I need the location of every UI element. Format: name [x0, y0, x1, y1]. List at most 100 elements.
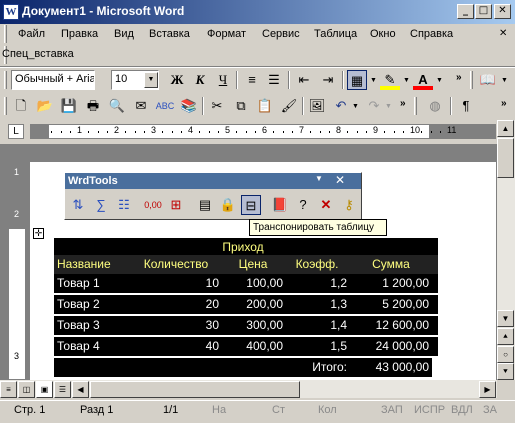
tab-selector-icon[interactable]: L — [8, 124, 24, 139]
table-move-handle-icon[interactable]: ✛ — [33, 228, 44, 239]
table-cell[interactable]: 10 — [130, 274, 222, 293]
horizontal-scrollbar[interactable]: ≡ ◫ ▣ ☰ ◀ ▶ — [0, 380, 497, 398]
lock-icon[interactable]: 🔒 — [218, 195, 238, 215]
number-format-icon[interactable]: 0,00 — [143, 195, 163, 215]
vertical-ruler[interactable]: 1 2 3 — [8, 144, 26, 380]
table-cell[interactable]: Товар 2 — [54, 295, 128, 314]
column-header-price[interactable]: Цена — [220, 255, 286, 274]
table-cell[interactable]: 5 200,00 — [350, 295, 432, 314]
align-center-icon[interactable]: ☰ — [264, 70, 284, 90]
table-cell[interactable]: 24 000,00 — [350, 337, 432, 356]
web-view-icon[interactable]: ◫ — [18, 381, 35, 398]
transpose-table-icon[interactable]: ⊟ — [241, 195, 261, 215]
spelling-icon[interactable]: ABC — [155, 96, 175, 116]
highlight-icon[interactable]: ✎ — [380, 70, 400, 90]
redo-icon[interactable]: ↷ — [364, 96, 384, 116]
table-cell[interactable]: 200,00 — [220, 295, 286, 314]
scroll-up-button[interactable]: ▲ — [497, 120, 514, 137]
browse-object-icon[interactable]: ○ — [497, 346, 514, 363]
cut-icon[interactable]: ✂ — [207, 96, 227, 116]
wrdtools-options-icon[interactable]: ▼ — [315, 174, 323, 183]
standard-bar-grip[interactable] — [4, 97, 7, 115]
font-size-dropdown[interactable]: ▼ — [144, 72, 158, 88]
extra-bar-grip[interactable] — [414, 97, 417, 115]
minimize-button[interactable]: _ — [457, 4, 474, 19]
table-cell[interactable]: 300,00 — [220, 316, 286, 335]
bold-button[interactable]: Ж — [167, 70, 187, 90]
menu-insert[interactable]: Вставка — [149, 28, 190, 40]
close-button[interactable]: ✕ — [494, 4, 511, 19]
print-icon[interactable]: 🖶 — [83, 96, 103, 116]
status-track[interactable]: ИСПР — [414, 404, 445, 416]
underline-button[interactable]: Ч — [213, 70, 233, 90]
borders-icon[interactable]: ▦ — [347, 70, 367, 90]
scroll-left-button[interactable]: ◀ — [72, 381, 89, 398]
print-preview-icon[interactable]: 🔍 — [107, 96, 127, 116]
scroll-right-button[interactable]: ▶ — [479, 381, 496, 398]
menu-paste-special[interactable]: Спец_вставка — [2, 48, 74, 60]
menu-edit[interactable]: Правка — [61, 28, 98, 40]
table-cell[interactable]: 30 — [130, 316, 222, 335]
normal-view-icon[interactable]: ≡ — [0, 381, 17, 398]
italic-button[interactable]: К — [190, 70, 210, 90]
book-icon[interactable]: 📖 — [478, 70, 498, 90]
font-color-dropdown-icon[interactable]: ▼ — [436, 77, 443, 84]
menu-table[interactable]: Таблица — [314, 28, 357, 40]
book-tool-icon[interactable]: 📕 — [270, 195, 290, 215]
next-page-icon[interactable]: ⯆ — [497, 363, 514, 380]
table-cell[interactable]: 100,00 — [220, 274, 286, 293]
total-value[interactable]: 43 000,00 — [350, 358, 432, 377]
scroll-thumb[interactable] — [497, 138, 514, 178]
table-props-icon[interactable]: ▤ — [195, 195, 215, 215]
show-formatting-icon[interactable]: ¶ — [456, 96, 476, 116]
toolbar-options-icon[interactable]: » — [456, 72, 462, 83]
total-label[interactable]: Итого: — [284, 358, 350, 377]
menu-view[interactable]: Вид — [114, 28, 134, 40]
toolbar-options-icon[interactable]: » — [501, 98, 507, 109]
menu-file[interactable]: Файл — [18, 28, 45, 40]
table-cell[interactable]: Товар 4 — [54, 337, 128, 356]
calc-icon[interactable]: ⊞ — [166, 195, 186, 215]
align-left-icon[interactable]: ≡ — [242, 70, 262, 90]
decrease-indent-icon[interactable]: ⇤ — [294, 70, 314, 90]
table-cell[interactable]: 1,5 — [284, 337, 350, 356]
column-header-sum[interactable]: Сумма — [350, 255, 432, 274]
toolbar-options-icon[interactable]: » — [400, 98, 406, 109]
sort-icon[interactable]: ⇅ — [68, 195, 88, 215]
research-icon[interactable]: 📚 — [179, 96, 199, 116]
sum-icon[interactable]: ∑ — [91, 195, 111, 215]
column-header-qty[interactable]: Количество — [130, 255, 222, 274]
table-cell[interactable]: Товар 3 — [54, 316, 128, 335]
menu-window[interactable]: Окно — [370, 28, 396, 40]
format-painter-icon[interactable]: 🖌 — [279, 96, 299, 116]
wrdtools-close-icon[interactable]: ✕ — [335, 173, 345, 187]
table-cell[interactable]: 1,3 — [284, 295, 350, 314]
table-cell[interactable]: Товар 1 — [54, 274, 128, 293]
vertical-scrollbar[interactable]: ▲ ▼ ⯅ ○ ⯆ — [497, 120, 515, 380]
doc-close-icon[interactable]: ✕ — [499, 28, 507, 39]
globe-icon[interactable]: ◍ — [425, 96, 445, 116]
outline-view-icon[interactable]: ☰ — [54, 381, 71, 398]
highlight-dropdown-icon[interactable]: ▼ — [403, 77, 410, 84]
table-cell[interactable]: 1,4 — [284, 316, 350, 335]
format-bar-grip[interactable] — [4, 71, 7, 89]
table-cell[interactable]: 12 600,00 — [350, 316, 432, 335]
save-icon[interactable]: 💾 — [59, 96, 79, 116]
delete-icon[interactable]: ✕ — [316, 195, 336, 215]
word-app-icon[interactable]: W — [3, 4, 19, 20]
email-icon[interactable]: ✉ — [131, 96, 151, 116]
menu-format[interactable]: Формат — [207, 28, 246, 40]
insert-picture-icon[interactable]: 🖼 — [307, 96, 327, 116]
horizontal-ruler[interactable]: 1 2 3 4 5 6 7 8 9 10 11 — [30, 124, 496, 139]
table-cell[interactable]: 400,00 — [220, 337, 286, 356]
hscroll-thumb[interactable] — [90, 381, 300, 398]
book-dropdown-icon[interactable]: ▼ — [501, 77, 508, 84]
menu-tools[interactable]: Сервис — [262, 28, 300, 40]
redo-dropdown-icon[interactable]: ▼ — [385, 103, 392, 110]
help-tool-icon[interactable]: ? — [293, 195, 313, 215]
table-cell[interactable]: 40 — [130, 337, 222, 356]
font-color-icon[interactable]: A — [413, 70, 433, 90]
borders-dropdown-icon[interactable]: ▼ — [370, 77, 377, 84]
key-icon[interactable]: ⚷ — [339, 195, 359, 215]
increase-indent-icon[interactable]: ⇥ — [318, 70, 338, 90]
